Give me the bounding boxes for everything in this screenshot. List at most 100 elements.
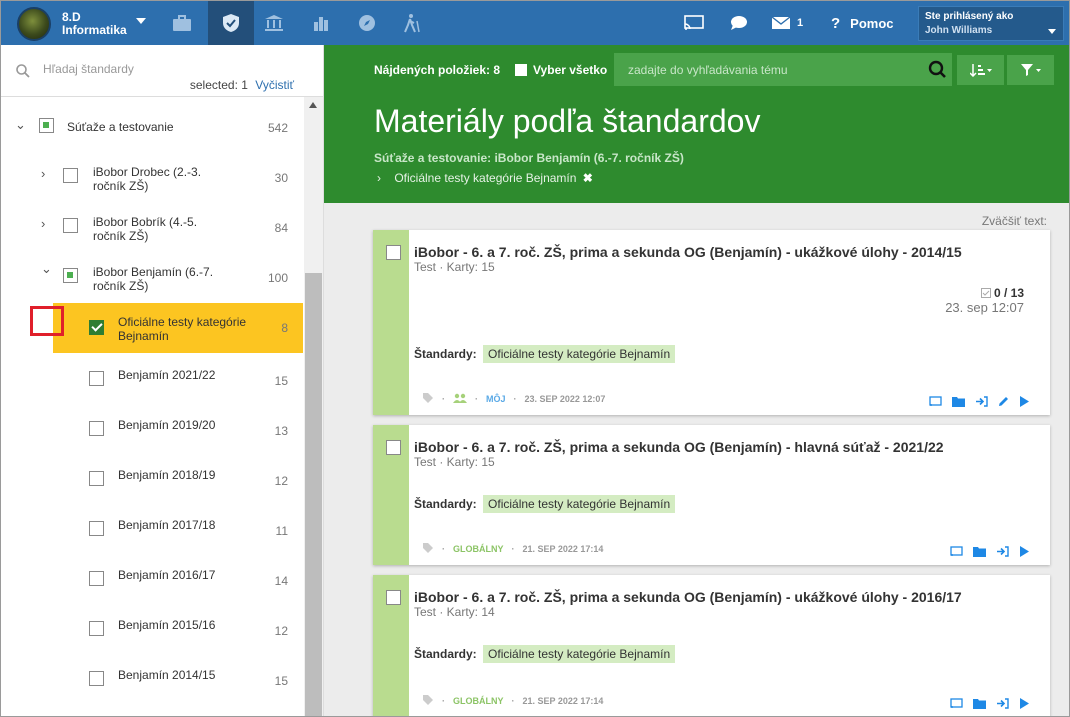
card-meta: Test · Karty: 15	[414, 260, 495, 274]
scrollbar-thumb[interactable]	[305, 273, 322, 716]
tag-icon[interactable]	[422, 392, 434, 406]
tree-item-bobrik[interactable]: › iBobor Bobrík (4.-5. ročník ZŠ) 84	[1, 200, 303, 250]
scroll-up-icon[interactable]	[309, 102, 317, 108]
standards-search-area: Hľadaj štandardy selected: 1 Vyčistiť	[1, 45, 324, 97]
card-checkbox[interactable]	[386, 440, 401, 455]
login-icon[interactable]	[975, 396, 988, 407]
user-menu[interactable]: Ste prihlásený ako John Williams	[918, 6, 1064, 41]
tree-item-oficialne-testy[interactable]: Oficiálne testy kategórie Bejnamín 8	[53, 303, 303, 353]
tree-item-benjamin-2015[interactable]: Benjamín 2015/16 12	[1, 603, 303, 653]
folder-icon[interactable]	[952, 396, 965, 407]
tree-item-benjamin-2021[interactable]: Benjamín 2021/22 15	[1, 353, 303, 403]
standard-tag[interactable]: Oficiálne testy kategórie Bejnamín	[483, 345, 676, 363]
search-icon[interactable]	[928, 60, 947, 79]
login-icon[interactable]	[996, 546, 1009, 557]
shield-icon[interactable]	[208, 1, 254, 45]
standards-search-input[interactable]: Hľadaj štandardy	[43, 62, 134, 76]
tree-item-drobec[interactable]: › iBobor Drobec (2.-3. ročník ZŠ) 30	[1, 150, 303, 200]
folder-icon[interactable]	[973, 698, 986, 709]
card-footer: · GLOBÁLNY · 21. SEP 2022 17:14	[422, 542, 603, 556]
briefcase-icon[interactable]	[159, 1, 205, 45]
card-checkbox[interactable]	[386, 245, 401, 260]
messages-button[interactable]: 1	[771, 1, 803, 45]
tree-checkbox[interactable]	[89, 471, 104, 486]
tree-checkbox[interactable]	[89, 521, 104, 536]
help-button[interactable]: ? Pomoc	[831, 1, 894, 45]
login-icon[interactable]	[996, 698, 1009, 709]
tree-item-benjamin[interactable]: ⌄ iBobor Benjamín (6.-7. ročník ZŠ) 100	[1, 250, 303, 300]
tree-checkbox[interactable]	[89, 371, 104, 386]
compass-icon[interactable]	[344, 1, 390, 45]
material-card[interactable]: iBobor - 6. a 7. roč. ZŠ, prima a sekund…	[373, 575, 1050, 716]
tree-checkbox[interactable]	[89, 421, 104, 436]
card-meta: Test · Karty: 15	[414, 455, 495, 469]
tree-item-count: 84	[274, 221, 288, 235]
card-checkbox[interactable]	[386, 590, 401, 605]
tree-item-benjamin-2017[interactable]: Benjamín 2017/18 11	[1, 503, 303, 553]
tree-checkbox[interactable]	[89, 320, 104, 335]
zoom-text-label[interactable]: Zväčšiť text:	[982, 214, 1047, 228]
tree-checkbox[interactable]	[89, 571, 104, 586]
sort-button[interactable]	[957, 55, 1004, 85]
school-logo[interactable]	[17, 7, 51, 41]
institution-icon[interactable]	[251, 1, 297, 45]
tree-item-benjamin-2018[interactable]: Benjamín 2018/19 12	[1, 453, 303, 503]
card-title[interactable]: iBobor - 6. a 7. roč. ZŠ, prima a sekund…	[414, 439, 944, 455]
card-date: 23. sep 12:07	[945, 300, 1024, 315]
chat-icon[interactable]	[728, 1, 748, 45]
tree-item-sutaze[interactable]: ⌄ Súťaže a testovanie 542	[1, 100, 303, 150]
tree-item-benjamin-2016[interactable]: Benjamín 2016/17 14	[1, 553, 303, 603]
chevron-right-icon: ›	[377, 171, 381, 185]
tree-checkbox[interactable]	[63, 168, 78, 183]
tag-icon[interactable]	[422, 694, 434, 708]
tree-item-label: iBobor Bobrík (4.-5. ročník ZŠ)	[93, 215, 198, 243]
tree-checkbox[interactable]	[63, 218, 78, 233]
tree-item-label: Benjamín 2014/15	[118, 668, 216, 682]
standard-tag[interactable]: Oficiálne testy kategórie Bejnamín	[483, 645, 676, 663]
remove-filter-icon[interactable]: ✖	[583, 171, 593, 185]
cast-icon[interactable]	[684, 1, 704, 45]
tree-item-label: Benjamín 2016/17	[118, 568, 216, 582]
tag-icon[interactable]	[422, 542, 434, 556]
cast-icon[interactable]	[950, 546, 963, 557]
chevron-down-icon[interactable]: ⌄	[15, 117, 26, 133]
chevron-right-icon[interactable]: ›	[41, 166, 45, 181]
hiking-icon[interactable]	[389, 1, 435, 45]
brand-line2: Informatika	[62, 23, 127, 37]
tree-item-benjamin-2014[interactable]: Benjamín 2014/15 15	[1, 653, 303, 703]
tree-checkbox[interactable]	[63, 268, 78, 283]
edit-icon[interactable]	[998, 396, 1009, 407]
bar-chart-icon[interactable]	[298, 1, 344, 45]
sidebar-scrollbar[interactable]	[304, 97, 323, 716]
separator: ·	[442, 544, 445, 554]
class-selector[interactable]: 8.D Informatika	[62, 11, 127, 37]
card-title[interactable]: iBobor - 6. a 7. roč. ZŠ, prima a sekund…	[414, 589, 962, 605]
standards-label: Štandardy:	[414, 497, 477, 511]
card-title[interactable]: iBobor - 6. a 7. roč. ZŠ, prima a sekund…	[414, 244, 962, 260]
tree-checkbox[interactable]	[89, 671, 104, 686]
topic-search-input[interactable]: zadajte do vyhľadávania tému	[614, 53, 952, 86]
topic-search-placeholder: zadajte do vyhľadávania tému	[628, 63, 788, 77]
chevron-down-icon[interactable]	[136, 18, 146, 24]
cast-icon[interactable]	[929, 396, 942, 407]
play-icon[interactable]	[1019, 546, 1030, 557]
chevron-down-icon[interactable]: ⌄	[41, 261, 52, 277]
chevron-right-icon[interactable]: ›	[41, 216, 45, 231]
tree-checkbox[interactable]	[89, 621, 104, 636]
checkbox-icon	[515, 64, 527, 76]
filter-button[interactable]	[1007, 55, 1054, 85]
tree-item-label: Benjamín 2021/22	[118, 368, 216, 382]
chevron-down-icon	[1048, 29, 1056, 34]
folder-icon[interactable]	[973, 546, 986, 557]
card-timestamp: 21. SEP 2022 17:14	[522, 544, 604, 554]
material-card[interactable]: iBobor - 6. a 7. roč. ZŠ, prima a sekund…	[373, 230, 1050, 415]
play-icon[interactable]	[1019, 698, 1030, 709]
tree-item-benjamin-2019[interactable]: Benjamín 2019/20 13	[1, 403, 303, 453]
standard-tag[interactable]: Oficiálne testy kategórie Bejnamín	[483, 495, 676, 513]
select-all-checkbox[interactable]: Vyber všetko	[515, 63, 607, 77]
tree-checkbox[interactable]	[39, 118, 54, 133]
clear-selection-link[interactable]: Vyčistiť	[255, 78, 294, 92]
play-icon[interactable]	[1019, 396, 1030, 407]
material-card[interactable]: iBobor - 6. a 7. roč. ZŠ, prima a sekund…	[373, 425, 1050, 565]
cast-icon[interactable]	[950, 698, 963, 709]
